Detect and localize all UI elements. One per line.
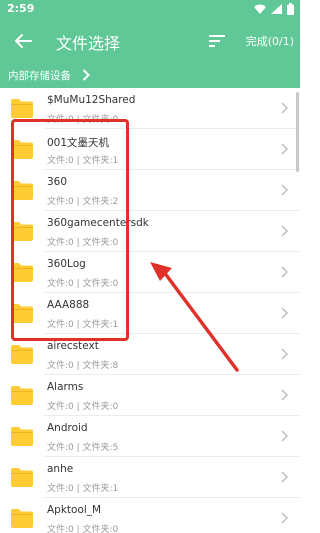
folder-meta: 文件:0 | 文件夹:2	[47, 197, 119, 207]
folder-meta: 文件:0 | 文件夹:0	[47, 402, 119, 412]
back-arrow-icon[interactable]	[12, 30, 34, 52]
wifi-icon	[254, 4, 266, 14]
folder-name: 360	[47, 176, 68, 188]
chevron-right-icon	[281, 143, 288, 155]
signal-icon	[271, 4, 282, 14]
chevron-right-icon	[281, 307, 288, 319]
folder-icon	[11, 427, 33, 446]
folder-icon	[11, 304, 33, 323]
folder-name: 360Log	[47, 258, 86, 270]
breadcrumb-root[interactable]: 内部存储设备	[8, 68, 71, 83]
folder-icon	[11, 509, 33, 528]
folder-meta: 文件:0 | 文件夹:0	[47, 238, 119, 248]
folder-row[interactable]: 360gamecentersdk 文件:0 | 文件夹:0	[0, 211, 300, 252]
folder-name: AAA888	[47, 299, 90, 311]
folder-row[interactable]: anhe 文件:0 | 文件夹:1	[0, 457, 300, 498]
folder-row[interactable]: Alarms 文件:0 | 文件夹:0	[0, 375, 300, 416]
folder-name: 001文墨天机	[47, 137, 110, 149]
folder-row[interactable]: $MuMu12Shared 文件:0 | 文件夹:0	[0, 88, 300, 129]
folder-icon	[11, 140, 33, 159]
folder-row[interactable]: 360Log 文件:0 | 文件夹:0	[0, 252, 300, 293]
folder-meta: 文件:0 | 文件夹:0	[47, 115, 119, 125]
folder-icon	[11, 99, 33, 118]
folder-name: anhe	[47, 463, 74, 475]
sort-icon[interactable]	[208, 32, 226, 50]
folder-name: Android	[47, 422, 88, 434]
chevron-right-icon	[281, 389, 288, 401]
battery-icon	[287, 3, 294, 15]
folder-row[interactable]: 001文墨天机 文件:0 | 文件夹:1	[0, 129, 300, 170]
breadcrumb: 内部存储设备	[0, 62, 300, 88]
chevron-right-icon	[82, 69, 90, 81]
folder-icon	[11, 181, 33, 200]
folder-meta: 文件:0 | 文件夹:5	[47, 443, 119, 453]
folder-row[interactable]: AAA888 文件:0 | 文件夹:1	[0, 293, 300, 334]
file-list: $MuMu12Shared 文件:0 | 文件夹:0 001文墨天机 文件:0 | 文…	[0, 88, 300, 533]
chevron-right-icon	[281, 512, 288, 524]
folder-meta: 文件:0 | 文件夹:1	[47, 484, 119, 494]
chevron-right-icon	[281, 102, 288, 114]
folder-icon	[11, 345, 33, 364]
folder-row[interactable]: Android 文件:0 | 文件夹:5	[0, 416, 300, 457]
chevron-right-icon	[281, 184, 288, 196]
folder-icon	[11, 263, 33, 282]
folder-icon	[11, 386, 33, 405]
folder-row[interactable]: airecstext 文件:0 | 文件夹:8	[0, 334, 300, 375]
folder-name: 360gamecentersdk	[47, 217, 149, 229]
folder-icon	[11, 468, 33, 487]
folder-meta: 文件:0 | 文件夹:0	[47, 279, 119, 289]
folder-meta: 文件:0 | 文件夹:0	[47, 525, 119, 533]
scrollbar[interactable]	[296, 92, 299, 172]
folder-name: Apktool_M	[47, 504, 102, 516]
folder-name: Alarms	[47, 381, 84, 393]
folder-row[interactable]: 360 文件:0 | 文件夹:2	[0, 170, 300, 211]
chevron-right-icon	[281, 225, 288, 237]
page-title: 文件选择	[56, 34, 121, 53]
status-icons	[254, 3, 294, 15]
folder-icon	[11, 222, 33, 241]
folder-name: airecstext	[47, 340, 99, 352]
folder-row[interactable]: Apktool_M 文件:0 | 文件夹:0	[0, 498, 300, 533]
status-time: 2:59	[7, 2, 35, 15]
folder-meta: 文件:0 | 文件夹:1	[47, 320, 119, 330]
chevron-right-icon	[281, 430, 288, 442]
folder-meta: 文件:0 | 文件夹:8	[47, 361, 119, 371]
done-button[interactable]: 完成(0/1)	[246, 33, 294, 49]
status-bar: 2:59	[0, 0, 300, 20]
folder-name: $MuMu12Shared	[47, 94, 136, 106]
chevron-right-icon	[281, 266, 288, 278]
chevron-right-icon	[281, 471, 288, 483]
chevron-right-icon	[281, 348, 288, 360]
folder-meta: 文件:0 | 文件夹:1	[47, 156, 119, 166]
app-bar: 文件选择 完成(0/1)	[0, 20, 300, 62]
